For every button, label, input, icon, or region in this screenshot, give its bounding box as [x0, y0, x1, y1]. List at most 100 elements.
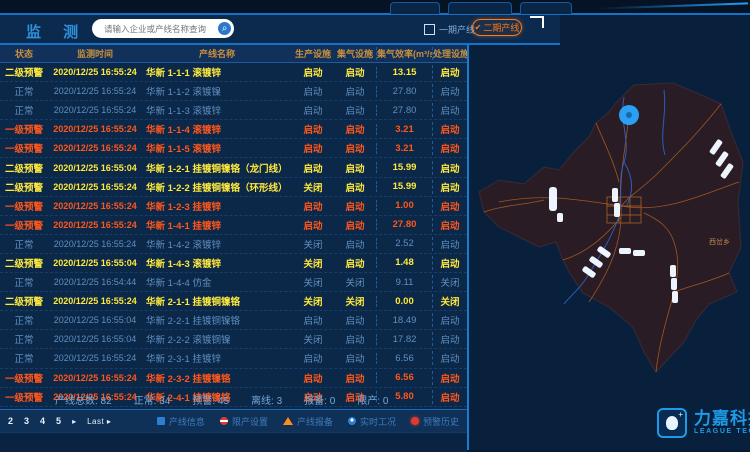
- cell-gas: 启动: [334, 218, 376, 232]
- cell-line: 华新 2-3-2 挂镀镍铬: [142, 371, 292, 385]
- light-streak-decoration: [598, 2, 748, 9]
- table-row[interactable]: 正常2020/12/25 16:55:24华新 1-1-3 滚镀锌启动启动27.…: [0, 101, 467, 120]
- cell-status: 二级预警: [0, 256, 48, 270]
- summary-item: 正常: 34: [134, 392, 171, 407]
- cell-prod: 启动: [292, 65, 334, 79]
- cell-status: 二级预警: [0, 161, 48, 175]
- legend-alarm-history[interactable]: 预警历史: [411, 415, 459, 428]
- table-row[interactable]: 二级预警2020/12/25 16:55:24华新 2-1-1 挂镀铜镍铬关闭关…: [0, 292, 467, 311]
- cell-treat: 启动: [432, 65, 467, 79]
- table-row[interactable]: 正常2020/12/25 16:55:04华新 2-2-2 滚镀铜镍关闭启动17…: [0, 330, 467, 349]
- cell-prod: 启动: [292, 122, 334, 136]
- cell-prod: 关闭: [292, 237, 334, 251]
- cell-prod: 关闭: [292, 180, 334, 194]
- column-header: 集气设施: [334, 47, 376, 60]
- search-input[interactable]: [102, 23, 218, 35]
- cell-eff: 9.11: [376, 277, 432, 288]
- phase2-label: 二期产线: [483, 21, 519, 34]
- magnifier-icon[interactable]: ⌕: [218, 22, 231, 35]
- cell-eff: 13.15: [376, 67, 432, 78]
- table-row[interactable]: 一级预警2020/12/25 16:55:24华新 1-4-1 挂镀锌启动启动2…: [0, 216, 467, 235]
- table-row[interactable]: 正常2020/12/25 16:54:44华新 1-4-4 仿金关闭关闭9.11…: [0, 273, 467, 292]
- cell-line: 华新 1-2-2 挂镀铜镍铬（环形线）: [142, 180, 292, 194]
- table-row[interactable]: 一级预警2020/12/25 16:55:24华新 1-1-4 滚镀锌启动启动3…: [0, 120, 467, 139]
- legend-line-info[interactable]: 产线信息: [157, 415, 205, 428]
- cell-eff: 1.48: [376, 257, 432, 268]
- table-row[interactable]: 二级预警2020/12/25 16:55:24华新 1-1-1 滚镀锌启动启动1…: [0, 63, 467, 82]
- cell-treat: 启动: [432, 256, 467, 270]
- cell-line: 华新 1-2-1 挂镀铜镍铬（龙门线）: [142, 161, 292, 175]
- legend-limit-settings[interactable]: 限产设置: [220, 415, 268, 428]
- cell-time: 2020/12/25 16:55:24: [48, 373, 142, 383]
- table-row[interactable]: 一级预警2020/12/25 16:55:24华新 1-1-5 滚镀锌启动启动3…: [0, 139, 467, 158]
- table-row[interactable]: 一级预警2020/12/25 16:55:24华新 1-2-3 挂镀锌启动启动1…: [0, 197, 467, 216]
- table-row[interactable]: 二级预警2020/12/25 16:55:04华新 1-4-3 滚镀锌关闭启动1…: [0, 254, 467, 273]
- cell-line: 华新 1-4-2 滚镀锌: [142, 237, 292, 251]
- cell-eff: 0.00: [376, 296, 432, 307]
- column-header: 处理设施: [432, 47, 467, 60]
- cell-time: 2020/12/25 16:55:24: [48, 105, 142, 115]
- cell-gas: 关闭: [334, 294, 376, 308]
- cell-status: 正常: [0, 103, 48, 117]
- page-number[interactable]: 3: [24, 416, 29, 426]
- table-row[interactable]: 二级预警2020/12/25 16:55:04华新 1-2-1 挂镀铜镍铬（龙门…: [0, 158, 467, 177]
- table-row[interactable]: 正常2020/12/25 16:55:24华新 2-3-1 挂镀锌启动启动6.5…: [0, 349, 467, 368]
- cell-treat: 启动: [432, 84, 467, 98]
- map-panel: 西岔乡 + 力嘉科技 LEAGUE TECH: [469, 45, 750, 450]
- search-box[interactable]: ⌕: [92, 19, 234, 38]
- next-page-button[interactable]: ▸: [72, 417, 76, 426]
- cell-eff: 27.80: [376, 105, 432, 116]
- cell-time: 2020/12/25 16:54:44: [48, 277, 142, 287]
- cell-treat: 启动: [432, 351, 467, 365]
- table-row[interactable]: 正常2020/12/25 16:55:24华新 1-4-2 滚镀锌关闭启动2.5…: [0, 235, 467, 254]
- table-row[interactable]: 一级预警2020/12/25 16:55:24华新 2-3-2 挂镀镍铬 启动 启动…: [0, 369, 467, 388]
- cell-treat: 启动: [432, 371, 467, 385]
- cell-prod: 启动: [292, 84, 334, 98]
- cell-time: 2020/12/25 16:55:24: [48, 67, 142, 77]
- cell-line: 华新 1-4-3 滚镀锌: [142, 256, 292, 270]
- legend-label: 产线信息: [169, 415, 205, 428]
- legend-label: 实时工况: [360, 415, 396, 428]
- county-map[interactable]: 西岔乡: [469, 45, 750, 450]
- page-number[interactable]: 5: [56, 416, 61, 426]
- cell-time: 2020/12/25 16:55:24: [48, 353, 142, 363]
- phase1-checkbox[interactable]: 一期产线: [424, 23, 475, 36]
- cell-time: 2020/12/25 16:55:04: [48, 334, 142, 344]
- legend-realtime-status[interactable]: 实时工况: [348, 415, 396, 428]
- legend-line-report[interactable]: 产线报备: [283, 415, 333, 428]
- cell-line: 华新 1-1-3 滚镀锌: [142, 103, 292, 117]
- phase1-label: 一期产线: [439, 23, 475, 36]
- column-header: 监测时间: [48, 47, 142, 60]
- cell-treat: 启动: [432, 103, 467, 117]
- cell-prod: 关闭: [292, 275, 334, 289]
- cell-status: 一级预警: [0, 199, 48, 213]
- table-body: 二级预警2020/12/25 16:55:24华新 1-1-1 滚镀锌启动启动1…: [0, 63, 467, 389]
- header-band: 监 测 ⌕ 一期产线 ✔ 二期产线: [0, 15, 560, 45]
- cell-status: 二级预警: [0, 65, 48, 79]
- pagination: 2 3 4 5 ▸ Last ▸: [0, 416, 111, 426]
- last-page-button[interactable]: Last ▸: [87, 417, 111, 426]
- cell-prod: 关闭: [292, 294, 334, 308]
- cell-prod: 启动: [292, 141, 334, 155]
- cell-treat: 启动: [432, 141, 467, 155]
- page-number[interactable]: 4: [40, 416, 45, 426]
- cell-eff: 2.52: [376, 238, 432, 249]
- cell-eff: 1.00: [376, 200, 432, 211]
- cell-eff: 17.82: [376, 334, 432, 345]
- page-title: 监 测: [26, 21, 87, 42]
- plus-glyph: +: [678, 410, 683, 419]
- table-row[interactable]: 二级预警2020/12/25 16:55:24华新 1-2-2 挂镀铜镍铬（环形…: [0, 178, 467, 197]
- page-number[interactable]: 2: [8, 416, 13, 426]
- cell-status: 一级预警: [0, 141, 48, 155]
- checkbox-icon[interactable]: [424, 24, 435, 35]
- cell-gas: 启动: [334, 332, 376, 346]
- table-row[interactable]: 正常2020/12/25 16:55:04华新 2-2-1 挂镀铜镍铬启动启动1…: [0, 311, 467, 330]
- corner-bracket-decoration: [530, 16, 544, 28]
- cell-gas: 启动: [334, 371, 376, 385]
- table-row[interactable]: 正常2020/12/25 16:55:24华新 1-1-2 滚镀镍启动启动27.…: [0, 82, 467, 101]
- phase2-button[interactable]: ✔ 二期产线: [472, 19, 522, 36]
- summary-item: 预警: 45: [192, 392, 229, 407]
- cell-status: 一级预警: [0, 371, 48, 385]
- cell-line: 华新 1-1-1 滚镀锌: [142, 65, 292, 79]
- cell-time: 2020/12/25 16:55:24: [48, 296, 142, 306]
